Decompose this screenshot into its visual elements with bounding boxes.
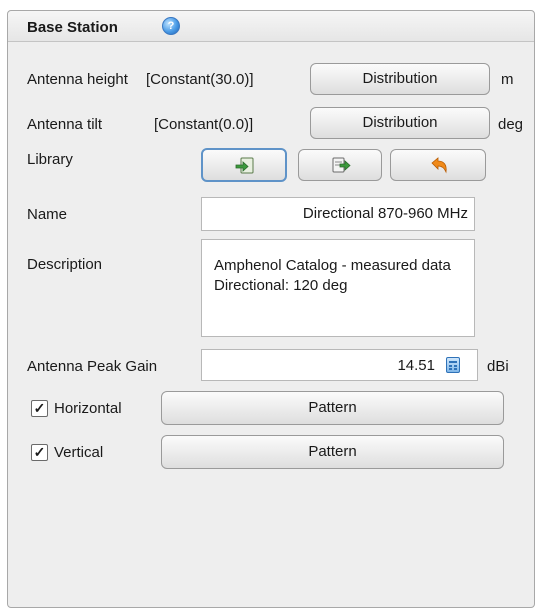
undo-icon — [431, 157, 447, 174]
peak-gain-unit: dBi — [487, 358, 509, 375]
name-input[interactable]: Directional 870-960 MHz — [201, 197, 475, 231]
help-icon[interactable]: ? — [162, 17, 180, 35]
antenna-height-value: [Constant(30.0)] — [146, 71, 254, 88]
export-icon — [332, 157, 351, 173]
horizontal-label: Horizontal — [54, 400, 122, 417]
description-textarea[interactable]: Amphenol Catalog - measured data Directi… — [201, 239, 475, 337]
library-label: Library — [27, 151, 73, 168]
antenna-height-label: Antenna height — [27, 71, 128, 88]
peak-gain-value: 14.51 — [397, 357, 435, 374]
antenna-height-distribution-button[interactable]: Distribution — [310, 63, 490, 95]
panel-title: Base Station — [27, 19, 118, 36]
antenna-tilt-distribution-button[interactable]: Distribution — [310, 107, 490, 139]
library-undo-button[interactable] — [390, 149, 486, 181]
import-icon — [235, 157, 254, 174]
antenna-tilt-unit: deg — [498, 116, 524, 133]
antenna-height-unit: m — [501, 71, 514, 88]
horizontal-pattern-button[interactable]: Pattern — [161, 391, 504, 425]
antenna-tilt-label: Antenna tilt — [27, 116, 103, 133]
antenna-tilt-value: [Constant(0.0)] — [154, 116, 254, 133]
horizontal-checkbox[interactable]: ✓ — [31, 400, 48, 417]
library-import-button[interactable] — [201, 148, 287, 182]
library-export-button[interactable] — [298, 149, 382, 181]
vertical-checkbox[interactable]: ✓ — [31, 444, 48, 461]
peak-gain-input[interactable]: 14.51 — [201, 349, 478, 381]
panel-header: Base Station ? — [8, 11, 534, 42]
vertical-pattern-button[interactable]: Pattern — [161, 435, 504, 469]
vertical-label: Vertical — [54, 444, 104, 461]
name-label: Name — [27, 206, 68, 223]
peak-gain-label: Antenna Peak Gain — [27, 358, 158, 375]
calculator-icon[interactable] — [446, 357, 460, 373]
base-station-panel: Base Station ? Antenna height [Constant(… — [7, 10, 535, 608]
description-label: Description — [27, 256, 103, 273]
